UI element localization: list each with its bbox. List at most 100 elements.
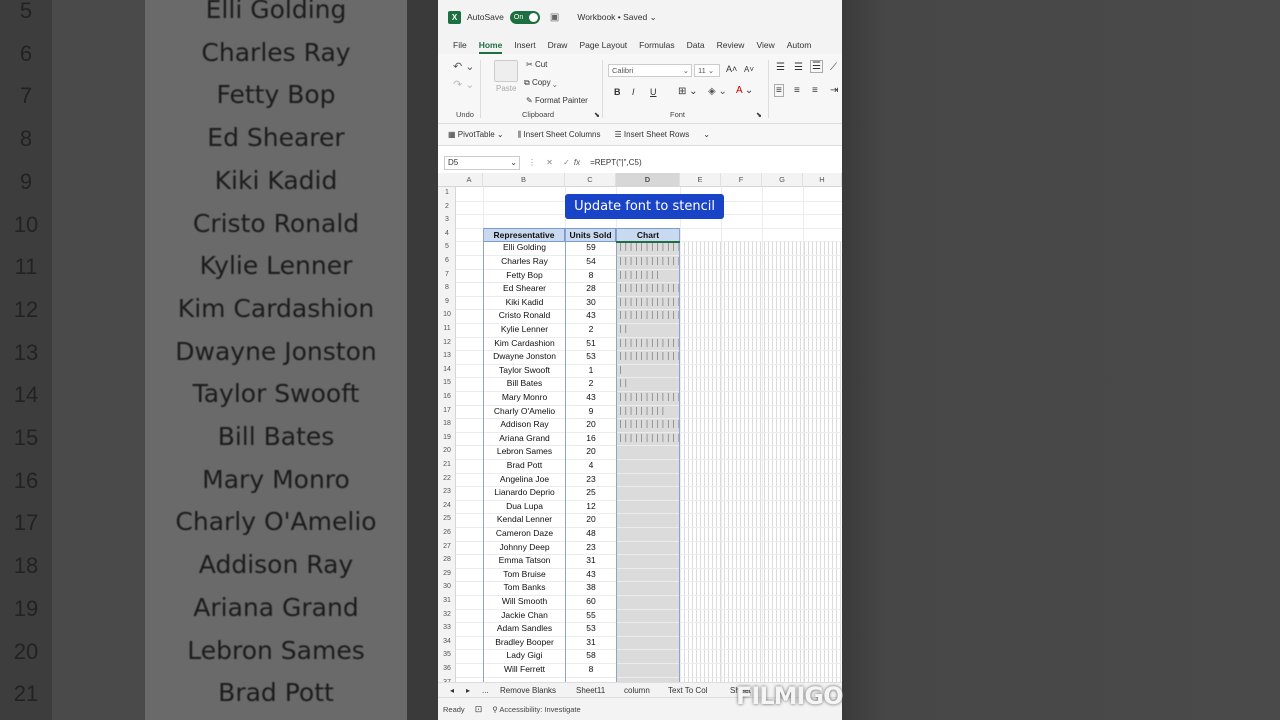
table-row-representative[interactable]: Kylie Lenner	[484, 324, 565, 334]
table-row-chart-bars[interactable]: ||||||||||||||||||||||||||||||||||||||||…	[618, 338, 679, 347]
copy-button[interactable]: ⧉ Copy ⌄	[524, 78, 557, 88]
row-number[interactable]: 13	[438, 352, 456, 359]
table-row-units-sold[interactable]: 20	[566, 419, 616, 429]
row-number[interactable]: 16	[438, 393, 456, 400]
table-row-chart-bars[interactable]: ||||||||||||||||||||||||||||||||||||||||…	[618, 256, 679, 265]
row-number[interactable]: 33	[438, 624, 456, 631]
align-top-icon[interactable]: ☰	[776, 62, 785, 73]
sheet-tab-text-to-col[interactable]: Text To Col	[668, 684, 707, 697]
table-row-representative[interactable]: Will Smooth	[484, 596, 565, 606]
row-number[interactable]: 10	[438, 311, 456, 318]
table-row-units-sold[interactable]: 25	[566, 487, 616, 497]
tab-scroll-next-icon[interactable]: ▸	[466, 684, 470, 697]
table-row-chart-bars[interactable]: ||||||||||||||||	[618, 433, 679, 442]
table-row-representative[interactable]: Dwayne Jonston	[484, 351, 565, 361]
table-row-chart-bars[interactable]: ||||||||||||||||||||||||||||||||||||||||…	[618, 392, 679, 401]
table-row-units-sold[interactable]: 4	[566, 460, 616, 470]
align-right-icon[interactable]: ≡	[812, 85, 818, 96]
table-row-units-sold[interactable]: 23	[566, 474, 616, 484]
row-number[interactable]: 5	[438, 243, 456, 250]
worksheet-grid[interactable]: ABCDEFGH 1 2 3 4 5 6 7 8 9 10 11 12 13 14 15 16 17 18 19 20…	[438, 173, 842, 682]
row-number[interactable]: 27	[438, 543, 456, 550]
table-row-units-sold[interactable]: 48	[566, 528, 616, 538]
undo-icon[interactable]: ↶ ⌄	[453, 60, 475, 73]
row-number[interactable]: 14	[438, 366, 456, 373]
menu-tab-view[interactable]: View	[756, 40, 774, 54]
table-row-representative[interactable]: Jackie Chan	[484, 610, 565, 620]
table-row-representative[interactable]: Lebron Sames	[484, 446, 565, 456]
font-color-icon[interactable]: A ⌄	[736, 85, 753, 96]
sheet-tab-column[interactable]: column	[624, 684, 650, 697]
table-row-units-sold[interactable]: 9	[566, 406, 616, 416]
table-row-chart-bars[interactable]: |||||||||	[618, 406, 679, 415]
table-row-units-sold[interactable]: 53	[566, 351, 616, 361]
table-header-chart[interactable]: Chart	[616, 227, 680, 242]
align-left-icon[interactable]: ≡	[774, 84, 784, 97]
row-number[interactable]: 11	[438, 325, 456, 332]
table-row-representative[interactable]: Brad Pott	[484, 460, 565, 470]
column-header-g[interactable]: G	[762, 173, 803, 187]
bold-button[interactable]: B	[614, 87, 621, 97]
insert-sheet-rows-button[interactable]: ☰ Insert Sheet Rows	[614, 130, 689, 139]
paste-button[interactable]: Paste	[496, 84, 516, 93]
table-row-representative[interactable]: Cristo Ronald	[484, 310, 565, 320]
table-row-representative[interactable]: Angelina Joe	[484, 474, 565, 484]
table-header-representative[interactable]: Representative	[483, 227, 565, 242]
row-number[interactable]: 15	[438, 379, 456, 386]
name-box[interactable]: D5 ⌄	[444, 155, 520, 170]
row-number[interactable]: 30	[438, 583, 456, 590]
column-header-f[interactable]: F	[721, 173, 762, 187]
table-row-representative[interactable]: Fetty Bop	[484, 270, 565, 280]
row-number[interactable]: 18	[438, 420, 456, 427]
table-row-chart-bars[interactable]: ||||||||||||||||||||||||||||||||||||||||…	[618, 351, 679, 360]
workbook-title[interactable]: Workbook • Saved ⌄	[577, 12, 656, 23]
table-row-units-sold[interactable]: 20	[566, 514, 616, 524]
table-row-chart-bars[interactable]: ||	[618, 378, 679, 387]
row-number[interactable]: 1	[438, 189, 456, 196]
row-number[interactable]: 31	[438, 597, 456, 604]
table-row-units-sold[interactable]: 55	[566, 610, 616, 620]
table-row-units-sold[interactable]: 2	[566, 378, 616, 388]
menu-tab-formulas[interactable]: Formulas	[639, 40, 674, 54]
accessibility-status[interactable]: ⚲ Accessibility: Investigate	[492, 705, 580, 714]
table-row-representative[interactable]: Ed Shearer	[484, 283, 565, 293]
align-center-icon[interactable]: ≡	[794, 85, 800, 96]
table-row-representative[interactable]: Kiki Kadid	[484, 297, 565, 307]
row-number[interactable]: 24	[438, 502, 456, 509]
row-number[interactable]: 9	[438, 298, 456, 305]
row-number[interactable]: 17	[438, 407, 456, 414]
shrink-font-icon[interactable]: A˅	[744, 65, 754, 74]
menu-tab-data[interactable]: Data	[687, 40, 705, 54]
font-size-box[interactable]: 11 ⌄	[694, 64, 720, 77]
font-launcher-icon[interactable]: ⬊	[756, 111, 762, 119]
table-row-units-sold[interactable]: 58	[566, 650, 616, 660]
row-number[interactable]: 4	[438, 230, 456, 237]
sheet-tab--[interactable]: ...	[482, 684, 489, 697]
sheet-tab-sheet11[interactable]: Sheet11	[576, 684, 605, 697]
clipboard-launcher-icon[interactable]: ⬊	[594, 111, 600, 119]
row-number[interactable]: 25	[438, 515, 456, 522]
column-header-d[interactable]: D	[616, 173, 680, 187]
align-bottom-icon[interactable]: ☰	[810, 60, 823, 73]
table-row-units-sold[interactable]: 43	[566, 310, 616, 320]
menu-tab-draw[interactable]: Draw	[548, 40, 568, 54]
table-row-representative[interactable]: Will Ferrett	[484, 664, 565, 674]
grow-font-icon[interactable]: A˄	[726, 64, 737, 74]
table-row-representative[interactable]: Charles Ray	[484, 256, 565, 266]
menu-tab-file[interactable]: File	[453, 40, 467, 54]
row-number[interactable]: 35	[438, 651, 456, 658]
table-row-chart-bars[interactable]: |	[618, 365, 679, 374]
fill-color-icon[interactable]: ◈ ⌄	[708, 86, 727, 97]
column-header-a[interactable]: A	[456, 173, 483, 187]
more-options-icon[interactable]: ⌄	[703, 130, 710, 139]
italic-button[interactable]: I	[632, 87, 635, 97]
table-row-units-sold[interactable]: 51	[566, 338, 616, 348]
row-number[interactable]: 29	[438, 570, 456, 577]
table-row-units-sold[interactable]: 8	[566, 270, 616, 280]
tab-scroll-prev-icon[interactable]: ◂	[450, 684, 454, 697]
table-row-representative[interactable]: Addison Ray	[484, 419, 565, 429]
table-row-units-sold[interactable]: 30	[566, 297, 616, 307]
menu-tab-home[interactable]: Home	[478, 40, 503, 54]
column-header-e[interactable]: E	[680, 173, 721, 187]
column-header-h[interactable]: H	[803, 173, 842, 187]
